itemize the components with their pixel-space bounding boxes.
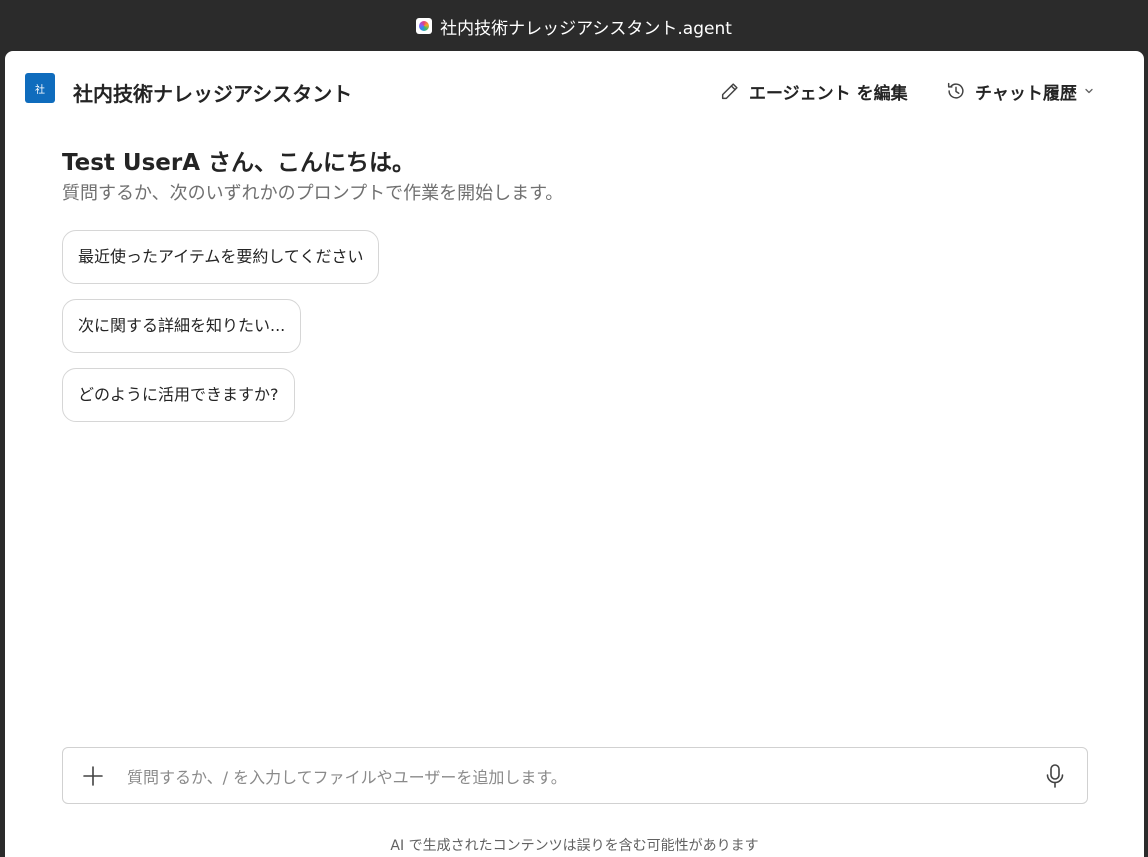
history-icon [947,82,964,99]
microphone-icon[interactable] [1043,763,1067,789]
chat-panel: 社 社内技術ナレッジアシスタント エージェント を編集 チャット履歴 Test … [5,51,1144,857]
edit-agent-button[interactable]: エージェント を編集 [719,77,908,105]
prompt-suggestion-how-to-use[interactable]: どのように活用できますか? [62,368,295,422]
chevron-down-icon [1085,88,1093,94]
window-title: 社内技術ナレッジアシスタント.agent [440,18,732,39]
message-input[interactable] [125,760,1029,794]
greeting-subtitle: 質問するか、次のいずれかのプロンプトで作業を開始します。 [62,183,564,204]
chat-history-label: チャット履歴 [975,83,1077,104]
agent-header: 社 社内技術ナレッジアシスタント エージェント を編集 チャット履歴 [5,51,1144,131]
edit-agent-label: エージェント を編集 [749,83,908,104]
prompt-suggestion-learn-more[interactable]: 次に関する詳細を知りたい... [62,299,302,353]
chat-history-button[interactable]: チャット履歴 [945,77,1095,105]
prompt-suggestion-summarize[interactable]: 最近使ったアイテムを要約してください [62,230,380,284]
message-composer [62,747,1088,804]
pencil-icon [721,83,738,100]
agent-logo: 社 [25,73,55,103]
add-attachment-plus-icon[interactable] [81,764,105,788]
ai-disclaimer: AI で生成されたコンテンツは誤りを含む可能性があります [390,838,759,854]
copilot-icon [416,18,433,34]
window-titlebar: 社内技術ナレッジアシスタント.agent [0,0,1148,52]
agent-name: 社内技術ナレッジアシスタント [73,82,353,106]
prompt-suggestions: 最近使ったアイテムを要約してください 次に関する詳細を知りたい... どのように… [62,230,380,437]
greeting-heading: Test UserA さん、こんにちは。 [62,150,416,176]
